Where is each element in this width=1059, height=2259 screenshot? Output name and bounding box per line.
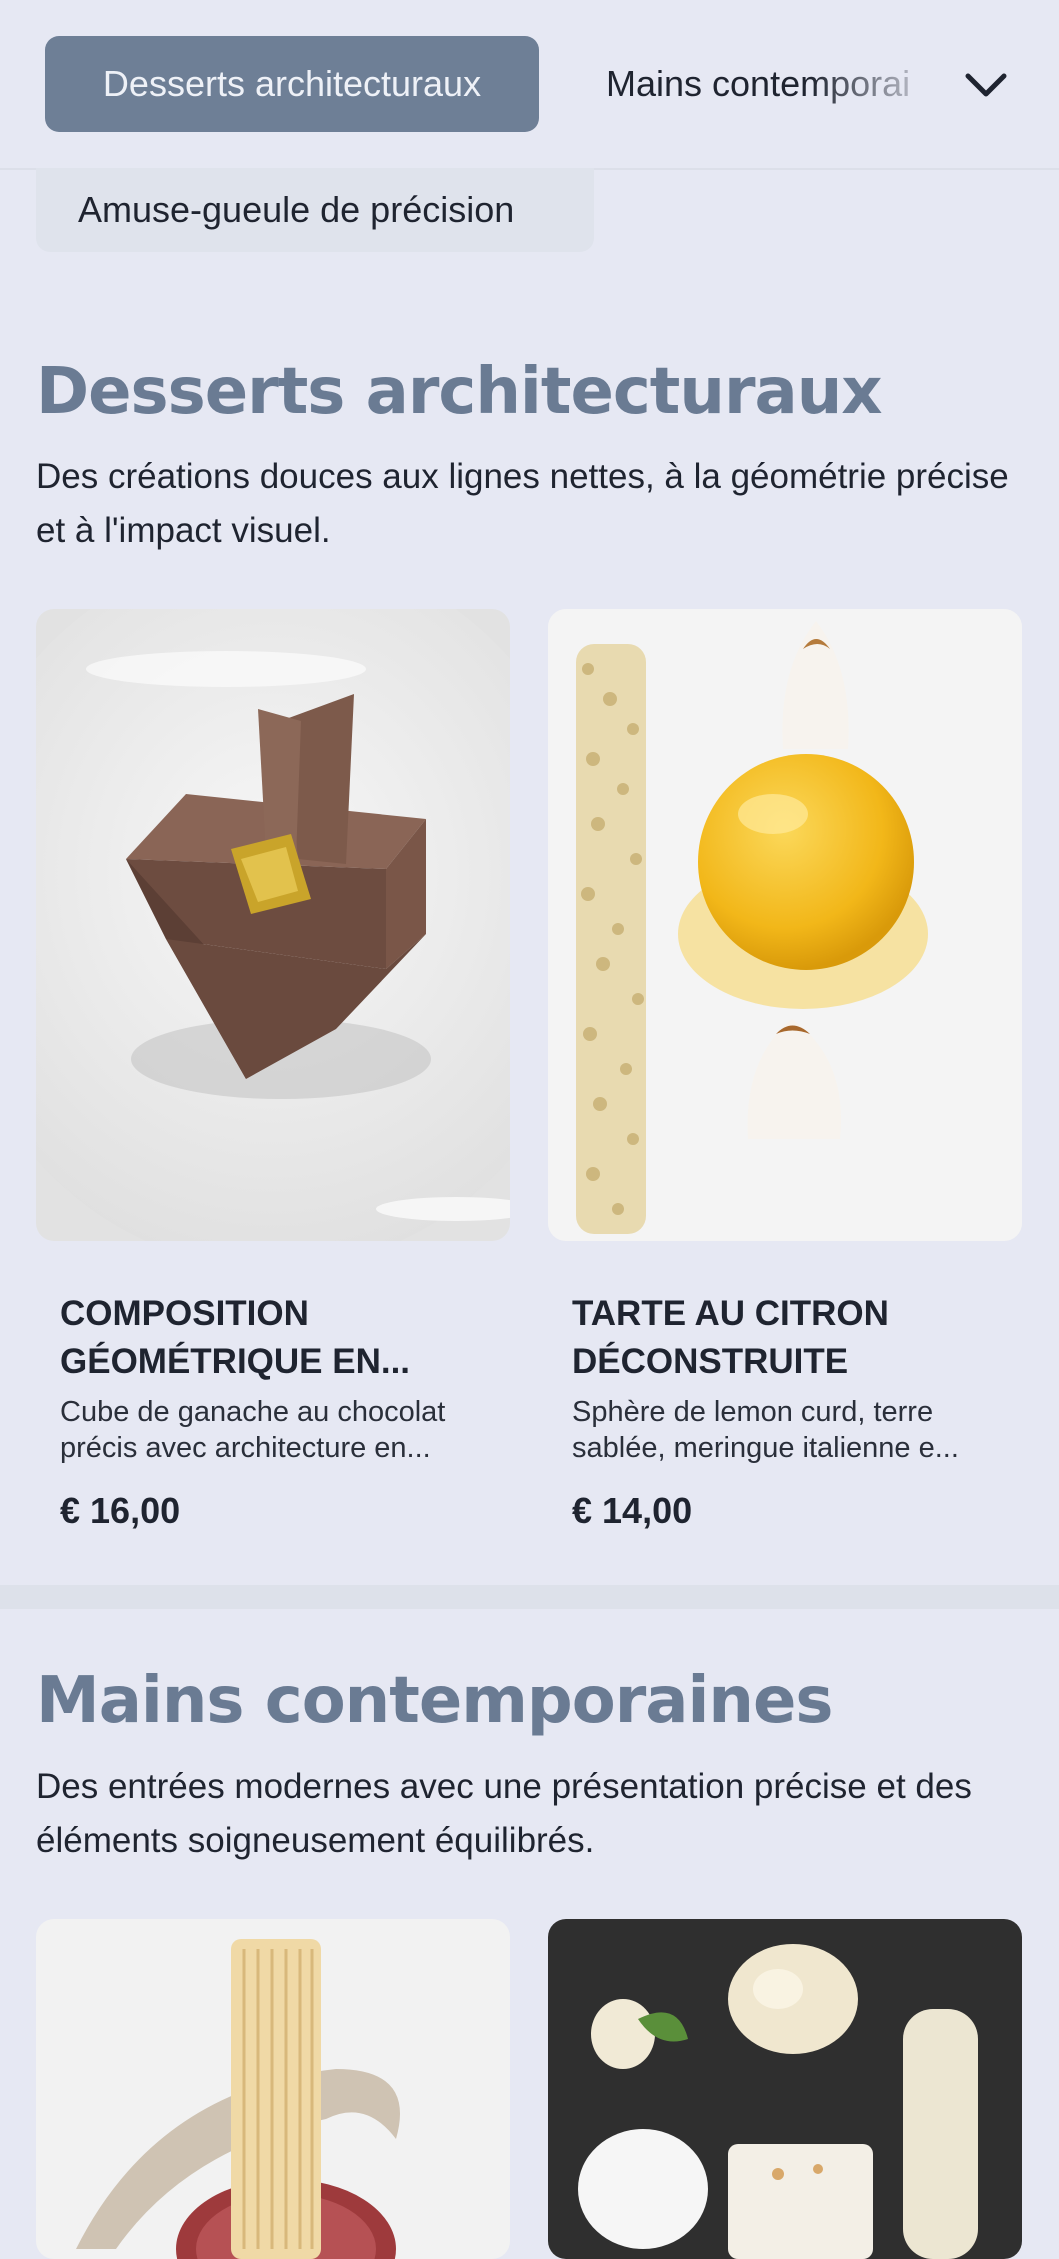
dish-image[interactable] <box>36 609 510 1241</box>
dish-image[interactable] <box>548 1919 1022 2259</box>
tab-label: Mains contemporai <box>606 63 911 104</box>
section-title: Mains contemporaines <box>36 1664 833 1738</box>
section-divider <box>0 1585 1059 1609</box>
tab-amuse-gueule[interactable]: Amuse-gueule de précision <box>36 168 594 252</box>
dish-image[interactable] <box>36 1919 510 2259</box>
section-description: Des entrées modernes avec une présentati… <box>36 1767 972 1860</box>
tab-mains-contemporaines[interactable]: Mains contemporai <box>606 36 946 132</box>
section-description: Des créations douces aux lignes nettes, … <box>36 457 1009 550</box>
category-tab-bar: Desserts architecturaux Mains contempora… <box>0 0 1059 170</box>
dish-description: Sphère de lemon curd, terre sablée, meri… <box>572 1396 959 1464</box>
chevron-down-icon[interactable] <box>960 60 1012 108</box>
dish-name: TARTE AU CITRON DÉCONSTRUITE <box>572 1294 889 1381</box>
tab-label: Amuse-gueule de précision <box>78 189 515 230</box>
dish-image[interactable] <box>548 609 1022 1241</box>
tab-label: Desserts architecturaux <box>102 63 482 104</box>
dish-description: Cube de ganache au chocolat précis avec … <box>60 1396 446 1464</box>
dish-name: COMPOSITION GÉOMÉTRIQUE EN... <box>60 1294 411 1381</box>
section-title: Desserts architecturaux <box>36 355 883 429</box>
tab-desserts-architecturaux[interactable]: Desserts architecturaux <box>45 36 539 132</box>
dish-price: € 16,00 <box>60 1490 181 1531</box>
dish-price: € 14,00 <box>572 1490 693 1531</box>
